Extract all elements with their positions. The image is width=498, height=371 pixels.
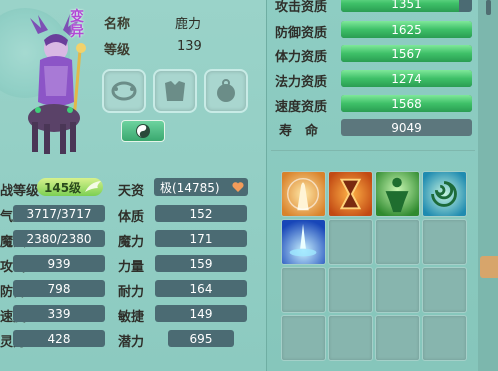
skill-slot-2[interactable]: [328, 171, 373, 217]
agility-value: 149: [155, 305, 247, 322]
talent-label: 天资: [118, 184, 145, 199]
defense-aptitude-label: 防御资质: [275, 26, 328, 41]
wing-icon: [85, 181, 102, 192]
speed-aptitude-bar: 1568: [341, 95, 472, 112]
level-label: 等级: [104, 43, 131, 58]
heart-icon: [232, 182, 244, 192]
attack-aptitude-bar: 1351: [341, 0, 472, 12]
mp-value: 2380/2380: [13, 230, 105, 247]
battle-level-badge: 145级: [37, 178, 103, 196]
skill-slot-6[interactable]: [328, 219, 373, 265]
strength-skill-icon: [376, 172, 419, 216]
skill-slot-14[interactable]: [328, 315, 373, 361]
hp-aptitude-label: 体力资质: [275, 50, 328, 65]
magic-label: 魔力: [118, 235, 145, 250]
potential-label: 潜力: [118, 335, 145, 350]
speed-value: 339: [13, 305, 105, 322]
skill-slot-5[interactable]: [281, 219, 326, 265]
spiral-skill-icon: [423, 172, 466, 216]
skill-slot-15[interactable]: [375, 315, 420, 361]
side-scroll-strip[interactable]: [478, 0, 498, 371]
collar-icon: [111, 81, 137, 101]
agility-label: 敏捷: [118, 310, 145, 325]
skill-slot-9[interactable]: [281, 267, 326, 313]
potential-value: 695: [168, 330, 234, 347]
constitution-label: 体质: [118, 210, 145, 225]
mp-aptitude-value: 1274: [391, 71, 422, 86]
water-skill-icon: [282, 220, 325, 264]
armor-icon: [165, 81, 185, 101]
equip-slot-collar[interactable]: [102, 69, 146, 113]
defense-aptitude-bar: 1625: [341, 21, 472, 38]
divider: [271, 150, 475, 151]
equip-slot-armor[interactable]: [153, 69, 197, 113]
lifespan-bar: 9049: [341, 119, 472, 136]
name-label: 名称: [104, 17, 131, 32]
defense-value: 798: [13, 280, 105, 297]
hourglass-skill-icon: [329, 172, 372, 216]
constitution-value: 152: [155, 205, 247, 222]
endurance-value: 164: [155, 280, 247, 297]
scroll-thumb[interactable]: [486, 0, 491, 15]
skill-slot-10[interactable]: [328, 267, 373, 313]
lifespan-value: 9049: [391, 120, 422, 135]
level-value: 139: [177, 39, 202, 54]
equip-slot-charm[interactable]: [204, 69, 248, 113]
yin-yang-button[interactable]: [121, 120, 165, 142]
speed-aptitude-label: 速度资质: [275, 100, 328, 115]
lifespan-label: 寿 命: [279, 124, 319, 139]
name-value: 鹿力: [175, 17, 202, 32]
skill-slot-12[interactable]: [422, 267, 467, 313]
skill-slot-4[interactable]: [422, 171, 467, 217]
attack-value: 939: [13, 255, 105, 272]
endurance-label: 耐力: [118, 285, 145, 300]
skill-slot-16[interactable]: [422, 315, 467, 361]
strength-label: 力量: [118, 260, 145, 275]
hp-aptitude-value: 1567: [391, 46, 422, 61]
talent-value-box: 极(14785): [154, 178, 248, 196]
side-tab[interactable]: [480, 256, 498, 278]
yin-yang-icon: [136, 124, 150, 138]
attack-aptitude-value: 1351: [391, 0, 422, 11]
prayer-skill-icon: [282, 172, 325, 216]
skill-slot-8[interactable]: [422, 219, 467, 265]
charm-icon: [217, 79, 235, 102]
pet-variant-label: 变异: [70, 9, 84, 40]
attack-aptitude-label: 攻击资质: [275, 0, 328, 15]
mp-aptitude-bar: 1274: [341, 70, 472, 87]
hp-aptitude-bar: 1567: [341, 45, 472, 62]
skill-slot-7[interactable]: [375, 219, 420, 265]
strength-value: 159: [155, 255, 247, 272]
battle-level-value: 145级: [44, 180, 82, 195]
mp-aptitude-label: 法力资质: [275, 75, 328, 90]
skill-grid: [281, 171, 469, 365]
skill-slot-13[interactable]: [281, 315, 326, 361]
skill-slot-1[interactable]: [281, 171, 326, 217]
defense-aptitude-value: 1625: [391, 22, 422, 37]
talent-value: 极(14785): [160, 180, 220, 195]
magic-value: 171: [155, 230, 247, 247]
battle-level-label: 战等级: [0, 184, 40, 199]
spirit-value: 428: [13, 330, 105, 347]
skill-slot-11[interactable]: [375, 267, 420, 313]
skill-slot-3[interactable]: [375, 171, 420, 217]
hp-value: 3717/3717: [13, 205, 105, 222]
speed-aptitude-value: 1568: [391, 96, 422, 111]
